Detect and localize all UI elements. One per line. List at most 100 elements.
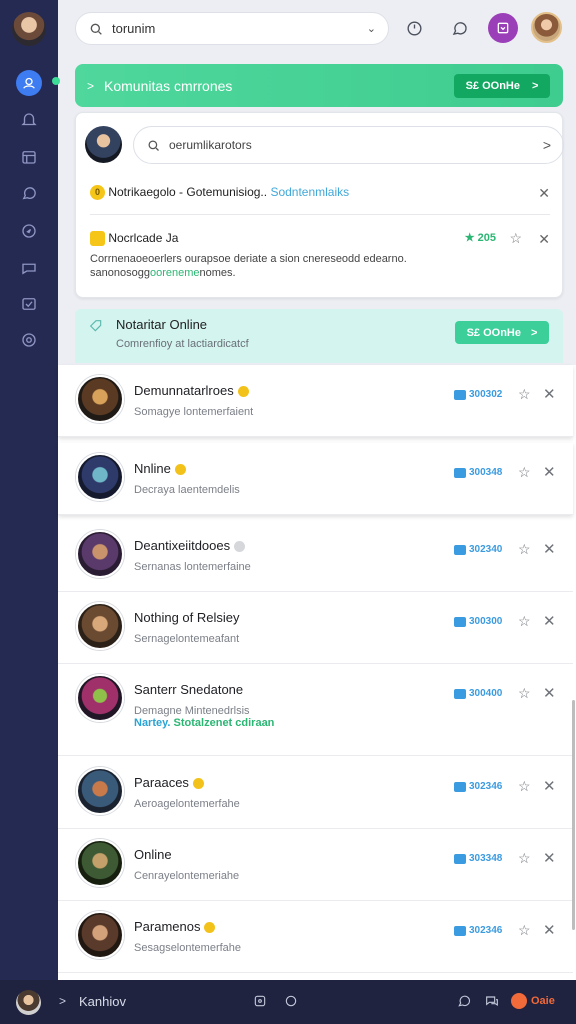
card-avatar[interactable] [85, 126, 122, 163]
star-icon[interactable]: ☆ [518, 778, 531, 795]
community-icon[interactable] [16, 70, 42, 96]
item-subtitle-2: Nartey. Stotalzenet cdiraan [134, 717, 274, 729]
list-item[interactable]: Online Cenrayelontemeriahe 303348 ☆ ✕ [58, 829, 573, 901]
star-icon[interactable]: ☆ [518, 541, 531, 558]
message-icon[interactable] [17, 256, 41, 280]
list-item[interactable]: Deantixeiitdooes Sernanas lontemerfaine … [58, 520, 573, 592]
banner-button-arrow: > [531, 80, 539, 92]
online-button-arrow: > [530, 326, 538, 339]
member-icon [454, 853, 466, 864]
inbox-icon[interactable] [17, 292, 41, 316]
star-icon[interactable]: ☆ [518, 685, 531, 702]
star-icon[interactable]: ☆ [518, 850, 531, 867]
community-list: Demunnatarlroes Somagye lontemerfaient 3… [58, 365, 576, 980]
line2-green: ooreneme [149, 267, 200, 280]
emoji-icon [237, 386, 249, 398]
item-subtitle: Somagye lontemerfaient [134, 406, 254, 418]
line2-suffix: nomes. [199, 267, 236, 280]
close-icon[interactable]: ✕ [543, 777, 556, 795]
close-icon[interactable]: ✕ [543, 684, 556, 702]
community-banner[interactable]: > Komunitas cmrrones S£ OOnHe > [75, 64, 563, 107]
item-subtitle: Aeroagelontemerfahe [134, 798, 240, 810]
settings-icon[interactable] [17, 328, 41, 352]
chevron-right-icon: > [87, 78, 95, 93]
item-name-text: Paramenos [134, 919, 201, 934]
chat-icon[interactable] [456, 993, 474, 1011]
member-icon [454, 389, 466, 400]
star-icon[interactable]: ☆ [518, 464, 531, 481]
member-icon [454, 925, 466, 936]
close-icon[interactable]: ✕ [543, 385, 556, 403]
online-subtitle: Comrenfioy at lactiardicatcf [116, 338, 249, 350]
chevron-down-icon[interactable]: ⌄ [367, 22, 376, 35]
notification-item[interactable]: Nocrlcade Ja ★ 205 ☆ ✕ Corrnenaoeoerlers… [90, 230, 550, 280]
count-value: 302346 [469, 781, 503, 792]
close-icon[interactable]: ✕ [538, 231, 550, 248]
sub2-green: Stotalzenet cdiraan [173, 717, 275, 729]
bottom-avatar[interactable] [16, 990, 41, 1015]
member-icon [454, 467, 466, 478]
user-avatar[interactable] [531, 12, 562, 43]
item-subtitle: Sernagelontemeafant [134, 633, 240, 645]
item-name: Paramenos [134, 919, 216, 934]
item-subtitle: Sesagselontemerfahe [134, 942, 242, 954]
scrollbar[interactable] [572, 700, 575, 930]
card-search-input[interactable]: oerumlikarotors > [133, 126, 564, 164]
online-card[interactable]: Notaritar Online Comrenfioy at lactiardi… [75, 309, 563, 363]
list-item[interactable]: Santerr Snedatone Demagne Mintenedrlsis … [58, 664, 573, 756]
close-icon[interactable]: ✕ [543, 612, 556, 630]
refresh-icon[interactable] [283, 993, 301, 1011]
activity-icon[interactable] [402, 16, 426, 40]
bottom-label[interactable]: Kanhiov [79, 994, 126, 1009]
list-item[interactable]: Nnline Decraya laentemdelis 300348 ☆ ✕ [58, 443, 573, 515]
record-icon[interactable] [252, 993, 270, 1011]
topbar: torunim ⌄ [58, 0, 576, 56]
emoji-icon [192, 778, 204, 790]
avatar [76, 375, 124, 423]
chat-icon[interactable] [17, 182, 41, 206]
close-icon[interactable]: ✕ [543, 540, 556, 558]
list-item[interactable]: Demunnatarlroes Somagye lontemerfaient 3… [58, 365, 573, 437]
notification-link[interactable]: Sodntenmlaiks [270, 185, 349, 199]
list-item[interactable]: Paraaces Aeroagelontemerfahe 302346 ☆ ✕ [58, 757, 573, 829]
list-item[interactable]: Nothing of Relsiey Sernagelontemeafant 3… [58, 592, 573, 664]
count-value: 303348 [469, 853, 503, 864]
star-icon[interactable]: ☆ [518, 922, 531, 939]
calendar-icon[interactable] [17, 145, 41, 169]
star-icon[interactable]: ☆ [518, 386, 531, 403]
count-value: 302340 [469, 544, 503, 555]
live-label: Oaie [531, 995, 555, 1007]
avatar [76, 911, 124, 959]
notification-badge: 0 [90, 185, 105, 201]
profile-avatar[interactable] [12, 12, 46, 46]
chat-bubble-icon[interactable] [447, 16, 471, 40]
search-value: torunim [112, 21, 156, 36]
notification-line2: sanonosoggoorenemenomes. [90, 266, 550, 280]
close-icon[interactable]: ✕ [543, 463, 556, 481]
item-count: 300302 [454, 389, 502, 400]
item-subtitle: Demagne Mintenedrlsis [134, 705, 250, 717]
search-input[interactable]: torunim ⌄ [75, 12, 389, 45]
app-icon[interactable] [488, 13, 518, 43]
close-icon[interactable]: ✕ [543, 849, 556, 867]
list-item[interactable]: Paramenos Sesagselontemerfahe 302346 ☆ ✕ [58, 901, 573, 973]
online-title: Notaritar Online [116, 317, 208, 332]
member-icon [454, 781, 466, 792]
search-icon [148, 140, 159, 151]
online-button[interactable]: S£ OOnHe > [455, 321, 549, 344]
banner-title: Komunitas cmrrones [104, 77, 233, 94]
messages-icon[interactable] [484, 993, 502, 1011]
live-indicator[interactable]: Oaie [511, 993, 555, 1009]
star-icon[interactable]: ☆ [518, 613, 531, 630]
emoji-icon [204, 922, 216, 934]
chevron-right-icon[interactable]: > [543, 137, 551, 153]
banner-online-button[interactable]: S£ OOnHe > [454, 74, 550, 98]
star-icon[interactable]: ☆ [509, 230, 522, 247]
close-icon[interactable]: ✕ [538, 185, 550, 202]
close-icon[interactable]: ✕ [543, 921, 556, 939]
avatar [76, 602, 124, 650]
compass-icon[interactable] [17, 219, 41, 243]
item-name: Paraaces [134, 775, 204, 790]
notification-item[interactable]: 0 Notrikaegolo - Gotemunisiog.. Sodntenm… [90, 185, 550, 202]
bell-icon[interactable] [17, 108, 41, 132]
